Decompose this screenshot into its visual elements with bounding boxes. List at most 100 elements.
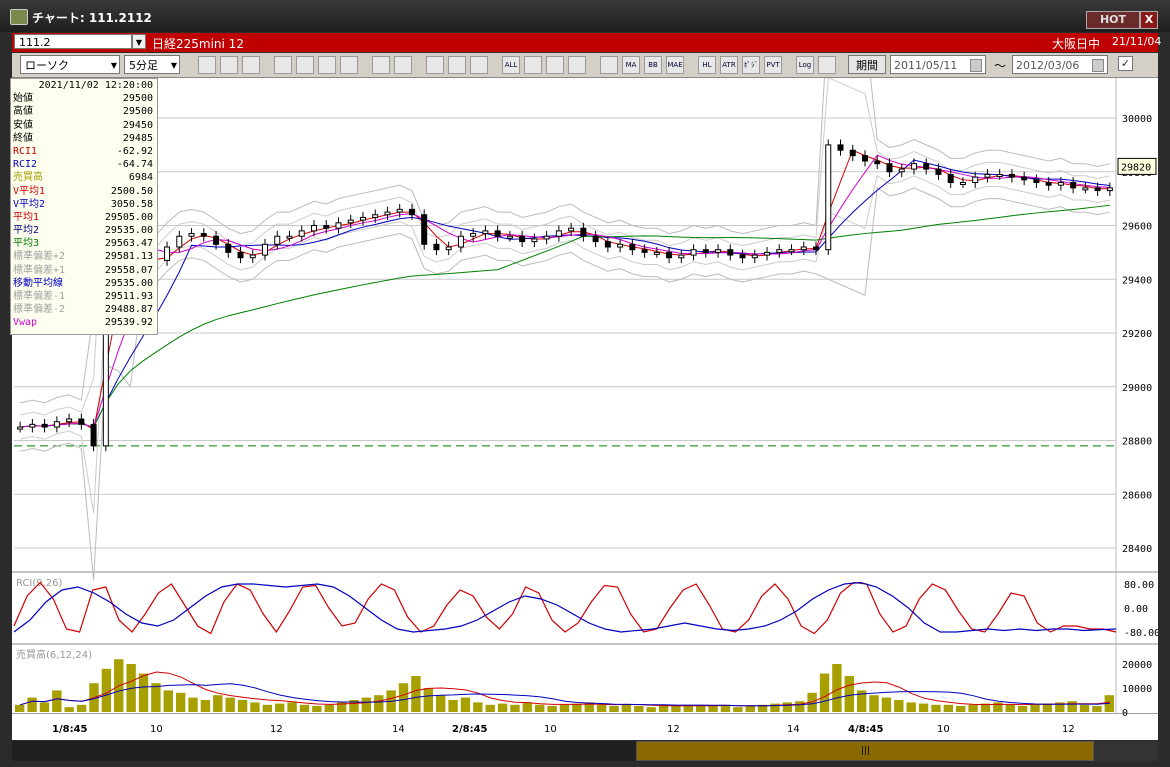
info-label: RCI1: [13, 145, 38, 157]
volume-bar: [411, 676, 421, 712]
ma-icon[interactable]: MA: [622, 56, 640, 74]
split-icon[interactable]: [296, 56, 314, 74]
candle-body: [1082, 187, 1089, 191]
mae-icon[interactable]: MAE: [666, 56, 684, 74]
symbol-name: 日経225mini 12: [152, 37, 244, 51]
rci1-line: [13, 581, 1117, 635]
candle-body: [592, 235, 599, 243]
volume-bar: [943, 704, 954, 712]
volume-bar: [881, 697, 892, 712]
scrollbar-track-right[interactable]: [1094, 741, 1158, 761]
bb-icon[interactable]: BB: [644, 56, 662, 74]
date-from-field[interactable]: 2011/05/11: [890, 55, 986, 74]
psy-icon[interactable]: ﾎﾟｼﾞ: [742, 56, 760, 74]
toolbar: ローソク ▼ 5分足 ▼ ALL MA BB MAE HL ATR ﾎﾟｼﾞ PVT Log 期間 …: [12, 53, 1158, 78]
price-tick-label: 28400: [1122, 544, 1152, 555]
arrow-down-icon[interactable]: [242, 56, 260, 74]
volume-bar: [138, 673, 149, 712]
candle-body: [188, 233, 195, 237]
candle-body: [715, 249, 722, 253]
redo-icon[interactable]: [426, 56, 444, 74]
help-icon[interactable]: [340, 56, 358, 74]
marker-icon[interactable]: [600, 56, 618, 74]
info-value: 29500: [122, 106, 153, 118]
info-label: V平均2: [13, 198, 46, 210]
candle2-icon[interactable]: [470, 56, 488, 74]
period-button[interactable]: 期間: [848, 55, 886, 74]
color-icon[interactable]: [568, 56, 586, 74]
volume-bar: [497, 703, 508, 712]
info-label: 標準偏差+2: [13, 251, 66, 263]
volume-bar: [64, 707, 74, 712]
interval-select[interactable]: 5分足 ▼: [124, 55, 180, 74]
candle-icon[interactable]: [448, 56, 466, 74]
candle-body: [1033, 179, 1040, 183]
candle-body: [861, 155, 868, 162]
select-icon[interactable]: [394, 56, 412, 74]
data-info-panel: 2021/11/02 12:20:00 始値 29500 高値 29500 安値 2945…: [10, 78, 158, 335]
tool-icon[interactable]: [546, 56, 564, 74]
price-chart[interactable]: 3000029800296002940029200290002880028600…: [12, 9, 1160, 740]
close-button[interactable]: X: [1140, 11, 1158, 29]
x-axis-label: 12: [1062, 724, 1075, 735]
candle-body: [225, 243, 232, 253]
chart-area[interactable]: 3000029800296002940029200290002880028600…: [12, 9, 1160, 740]
chart-scrollbar[interactable]: |||: [12, 741, 1158, 761]
volume-bar: [708, 706, 718, 712]
atr-icon[interactable]: ATR: [720, 56, 738, 74]
search-icon[interactable]: [274, 56, 292, 74]
candle-body: [396, 208, 403, 213]
info-label: 平均2: [13, 225, 40, 237]
info-row: 始値 29500: [11, 92, 157, 105]
log-icon[interactable]: Log: [796, 56, 814, 74]
chart-type-select[interactable]: ローソク ▼: [20, 55, 120, 74]
volume-bar: [1017, 706, 1028, 712]
info-row: V平均1 2500.50: [11, 185, 157, 198]
hl-icon[interactable]: HL: [698, 56, 716, 74]
candle-body: [617, 243, 624, 248]
candle-body: [457, 235, 464, 248]
candle-body: [727, 249, 734, 256]
volume-bar: [782, 702, 793, 712]
info-label: V平均1: [13, 185, 46, 197]
scale-icon[interactable]: [318, 56, 336, 74]
zoom-icon[interactable]: [198, 56, 216, 74]
price-tick-label: 29000: [1122, 383, 1152, 394]
period-checkbox[interactable]: ✓: [1118, 56, 1133, 71]
bollinger-lower1-line: [20, 174, 1110, 514]
settings-icon[interactable]: [524, 56, 542, 74]
info-value: 29485: [122, 132, 153, 144]
info-value: 2500.50: [110, 185, 153, 197]
symbol-dropdown-icon[interactable]: ▼: [132, 34, 146, 49]
candle-body: [213, 235, 220, 245]
candle-body: [1045, 182, 1052, 186]
info-row: 安値 29450: [11, 119, 157, 132]
info-value: -64.74: [116, 159, 153, 171]
candle-body: [886, 163, 893, 173]
price-tick-label: 28800: [1122, 437, 1152, 448]
info-label: 始値: [13, 93, 33, 105]
x-axis-label: 14: [392, 724, 405, 735]
pvt-icon[interactable]: PVT: [764, 56, 782, 74]
date-to-field[interactable]: 2012/03/06: [1012, 55, 1108, 74]
hot-button[interactable]: HOT: [1086, 11, 1140, 29]
calendar-icon[interactable]: [1092, 59, 1104, 72]
chevron-down-icon: ▼: [170, 61, 177, 70]
cross-icon[interactable]: [220, 56, 238, 74]
export-icon[interactable]: [818, 56, 836, 74]
candle-body: [433, 243, 440, 251]
volume-bar: [795, 701, 805, 712]
info-row: 標準偏差-2 29488.87: [11, 303, 157, 316]
scrollbar-thumb[interactable]: |||: [636, 741, 1094, 761]
draw-icon[interactable]: [372, 56, 390, 74]
volume-bar: [299, 704, 310, 712]
volume-bar: [646, 707, 656, 712]
candle-body: [176, 235, 183, 248]
volume-bar: [559, 704, 570, 712]
current-price-label: 29820: [1121, 162, 1151, 173]
symbol-code-input[interactable]: 111.2: [14, 34, 132, 49]
calendar-icon[interactable]: [970, 59, 982, 72]
all-icon[interactable]: ALL: [502, 56, 520, 74]
candle-body: [1008, 173, 1015, 178]
info-row: RCI2 -64.74: [11, 158, 157, 171]
